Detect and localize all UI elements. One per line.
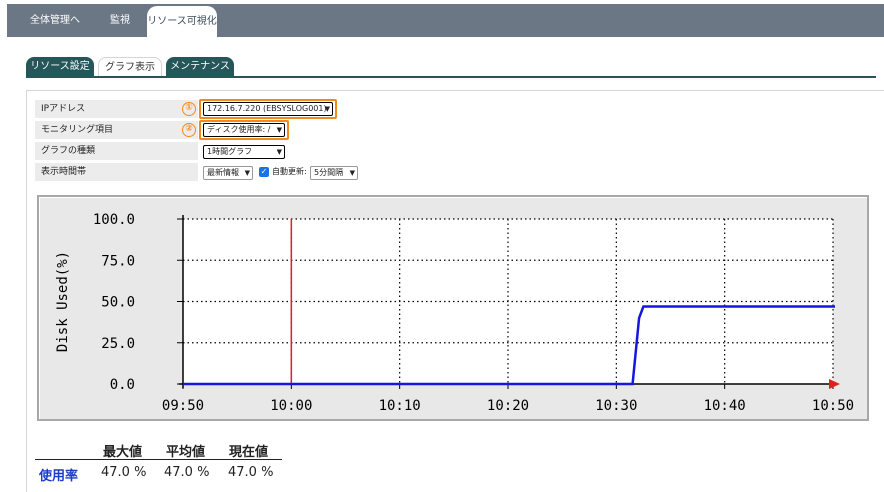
graph-type-select[interactable]: 1時間グラフ ▼ <box>203 145 285 159</box>
monitoring-item-select[interactable]: ディスク使用率: / ▼ <box>203 123 285 137</box>
stat-header-current: 現在値 <box>229 445 269 460</box>
stat-row-label: 使用率 <box>39 469 79 484</box>
stat-value-max: 47.0 % <box>101 465 147 480</box>
subtab-resource-settings[interactable]: リソース設定 <box>26 57 94 77</box>
graph-type-value: 1時間グラフ <box>207 147 253 156</box>
tab-monitoring[interactable]: 監視 <box>95 4 145 37</box>
chevron-down-icon: ▼ <box>276 148 282 156</box>
stats-divider <box>35 459 282 460</box>
x-tick-label: 10:30 <box>595 398 637 414</box>
x-tick-label: 10:40 <box>704 398 746 414</box>
auto-refresh-checkbox[interactable]: ✓ <box>259 167 269 177</box>
subtab-underline <box>26 76 876 78</box>
stat-value-current: 47.0 % <box>228 465 274 480</box>
chevron-down-icon: ▼ <box>244 169 250 177</box>
time-range-label: 表示時間帯 <box>35 163 198 181</box>
monitoring-item-value: ディスク使用率: / <box>207 125 271 134</box>
y-tick-label: 50.0 <box>101 295 135 311</box>
stat-value-avg: 47.0 % <box>164 465 210 480</box>
x-tick-label: 10:10 <box>379 398 421 414</box>
x-tick-label: 09:50 <box>162 398 204 414</box>
y-tick-label: 25.0 <box>101 336 135 352</box>
time-range-value: 最新情報 <box>207 168 239 177</box>
ip-address-label: IPアドレス <box>35 100 198 118</box>
top-navigation: 全体管理へ 監視 リソース可視化 <box>7 4 884 37</box>
stat-header-max: 最大値 <box>103 445 143 460</box>
monitoring-item-label: モニタリング項目 <box>35 121 198 139</box>
tab-resource-visualization[interactable]: リソース可視化 <box>147 6 217 37</box>
graph-type-label: グラフの種類 <box>35 142 198 160</box>
x-tick-label: 10:00 <box>270 398 312 414</box>
ip-address-select[interactable]: 172.16.7.220 (EBSYSLOG001) ▼ <box>203 102 333 116</box>
callout-badge-1: ① <box>182 102 196 116</box>
x-tick-label: 10:50 <box>812 398 854 414</box>
y-axis-label: Disk Used(%) <box>55 251 71 352</box>
x-tick-label: 10:20 <box>487 398 529 414</box>
time-range-select[interactable]: 最新情報 ▼ <box>203 166 253 180</box>
subtab-maintenance[interactable]: メンテナンス <box>166 57 234 77</box>
y-tick-label: 100.0 <box>93 212 135 228</box>
chevron-down-icon: ▼ <box>349 169 355 177</box>
ip-address-value: 172.16.7.220 (EBSYSLOG001) <box>207 104 327 113</box>
y-tick-label: 0.0 <box>110 377 135 393</box>
x-axis-arrow-icon <box>829 379 840 389</box>
chevron-down-icon: ▼ <box>276 126 282 134</box>
refresh-interval-select[interactable]: 5分間隔 ▼ <box>310 166 358 180</box>
disk-usage-chart: 100.0 75.0 50.0 25.0 0.0 09:50 10:00 10:10 10:20… <box>55 212 854 414</box>
refresh-interval-value: 5分間隔 <box>314 168 344 177</box>
callout-badge-2: ② <box>182 123 196 137</box>
stat-header-avg: 平均値 <box>166 445 206 460</box>
auto-refresh-label: 自動更新: <box>272 167 307 176</box>
tab-global-management[interactable]: 全体管理へ <box>15 4 95 37</box>
subtab-graph-display[interactable]: グラフ表示 <box>98 57 162 77</box>
y-tick-label: 75.0 <box>101 253 135 269</box>
chevron-down-icon: ▼ <box>324 105 330 113</box>
